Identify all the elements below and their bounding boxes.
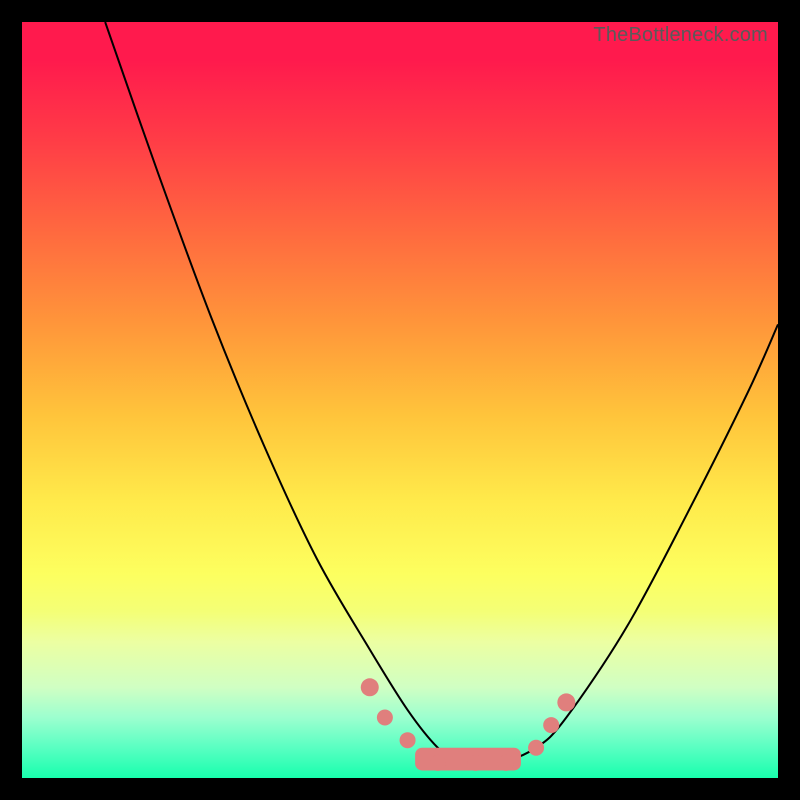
curve-marker-dot xyxy=(430,755,446,771)
bottleneck-curve-path xyxy=(105,22,778,765)
curve-marker-dot xyxy=(498,755,514,771)
curve-marker-dot xyxy=(400,732,416,748)
curve-marker-dot xyxy=(557,693,575,711)
curve-marker-dot xyxy=(528,740,544,756)
bottleneck-curve-svg xyxy=(22,22,778,778)
curve-marker-dot xyxy=(377,710,393,726)
curve-marker-dot xyxy=(468,755,484,771)
curve-marker-dot xyxy=(361,678,379,696)
curve-marker-dot xyxy=(543,717,559,733)
chart-plot-area: TheBottleneck.com xyxy=(22,22,778,778)
